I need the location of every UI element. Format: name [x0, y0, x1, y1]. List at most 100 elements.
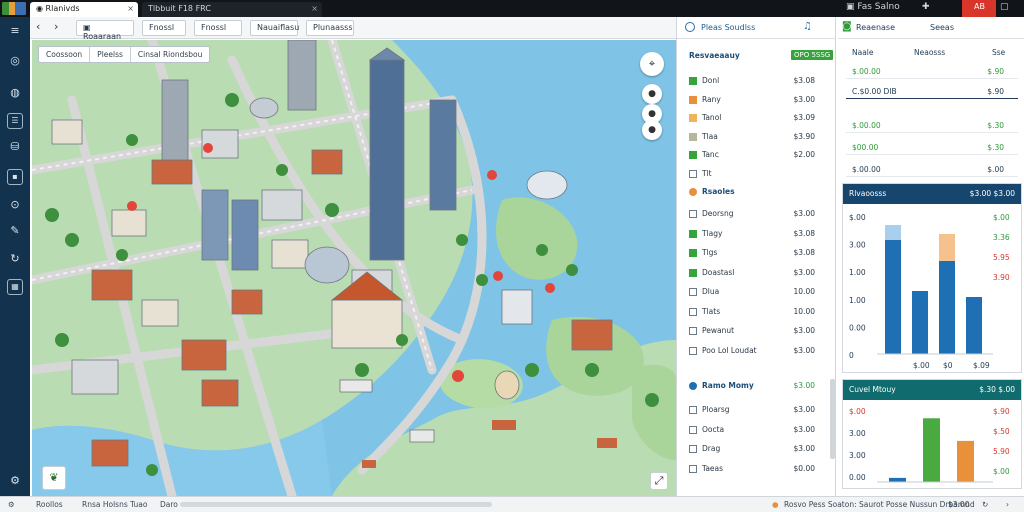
layer-checkbox[interactable]	[689, 229, 697, 238]
tab-close-icon[interactable]: ×	[127, 4, 134, 13]
y-tick-label: 3.00	[849, 241, 866, 250]
layer-value: $3.00	[793, 345, 815, 355]
layer-item[interactable]: Oocta $3.00	[689, 424, 829, 438]
window-tab-label[interactable]: ▣ Fas Salno	[846, 2, 900, 12]
layer-item[interactable]: Tlgs $3.08	[689, 247, 829, 261]
layer-item[interactable]: Donl $3.08	[689, 75, 829, 89]
tab-label: Tlbbuit F18 FRC	[148, 4, 211, 13]
browser-tab-active[interactable]: ◉ Rlanivds ×	[30, 2, 138, 17]
column-header[interactable]: Neaosss	[914, 48, 945, 57]
locate-button[interactable]: ⌖	[640, 52, 664, 76]
layer-item[interactable]: Tlagy $3.08	[689, 228, 829, 242]
column-header[interactable]: Naale	[852, 48, 874, 57]
layer-item[interactable]: Taeas $0.00	[689, 463, 829, 477]
layer-checkbox[interactable]	[689, 95, 697, 104]
layer-checkbox[interactable]	[689, 445, 697, 453]
layer-checkbox[interactable]	[689, 151, 697, 159]
globe-icon[interactable]: ◍	[7, 85, 23, 101]
forward-button[interactable]: ›	[54, 20, 58, 33]
layer-group-header[interactable]: Ramo Momy $3.00	[689, 380, 829, 394]
settings-icon[interactable]: ⚙	[7, 473, 23, 489]
layer-label: Rsaoles	[702, 187, 735, 196]
horizontal-scrollbar[interactable]	[180, 502, 492, 507]
layer-checkbox[interactable]	[689, 307, 697, 316]
layers-scrollbar[interactable]	[830, 379, 835, 459]
layer-checkbox[interactable]	[689, 288, 697, 296]
leaf-icon[interactable]: ❦	[42, 466, 66, 490]
layer-checkbox[interactable]	[689, 249, 697, 257]
layer-checkbox[interactable]	[689, 169, 697, 178]
square-icon[interactable]: ▪	[7, 169, 23, 185]
table-row[interactable]: C.$0.00 DIB $.90	[846, 85, 1018, 99]
layer-checkbox[interactable]	[689, 464, 697, 473]
layer-item[interactable]: Deorsng $3.00	[689, 208, 829, 222]
list-icon[interactable]: ☰	[7, 113, 23, 129]
layer-checkbox[interactable]	[689, 406, 697, 414]
status-gear-icon[interactable]: ⚙	[8, 500, 15, 509]
subtab-2[interactable]: Pleelss	[90, 47, 131, 62]
layer-item[interactable]: Tlt	[689, 168, 829, 182]
layer-checkbox[interactable]	[689, 114, 697, 122]
toolbar-tab-4[interactable]: Nauaiflasu	[250, 20, 299, 36]
refresh-icon[interactable]: ↻	[7, 251, 23, 267]
table-cell: $00.00	[852, 143, 879, 152]
edit-icon[interactable]: ✎	[7, 223, 23, 239]
compass-button[interactable]: ●	[642, 120, 662, 140]
toolbar-tab-3[interactable]: Fnossl	[194, 20, 242, 36]
maximize-icon[interactable]: ▢	[1000, 2, 1009, 12]
chevron-icon[interactable]: ›	[1006, 500, 1009, 509]
menu-icon[interactable]: ≡	[7, 23, 23, 39]
table-cell: $.00.00	[852, 67, 881, 76]
tab-close-icon[interactable]: ×	[311, 4, 318, 13]
layers-icon[interactable]: ✚	[922, 2, 930, 12]
zoom-in-button[interactable]: ●	[642, 84, 662, 104]
cart-icon[interactable]: ⛁	[7, 139, 23, 155]
column-header[interactable]: Sse	[992, 48, 1005, 57]
layer-checkbox[interactable]	[689, 132, 697, 141]
data-panel: ◙ Reaenase Seeas Naale Neaosss Sse $.00.…	[838, 17, 1024, 496]
layer-item[interactable]: Dlua 10.00	[689, 286, 829, 300]
layer-group-header[interactable]: Rsaoles	[689, 186, 829, 200]
layer-label: Tlaa	[702, 131, 718, 141]
layer-item[interactable]: Poo Lol Loudat $3.00	[689, 345, 829, 359]
layer-item[interactable]: Doastasl $3.00	[689, 267, 829, 281]
layer-item[interactable]: Ploarsg $3.00	[689, 404, 829, 418]
bell-icon[interactable]: ♫	[803, 21, 812, 32]
fullscreen-icon[interactable]: ⤢	[650, 472, 668, 490]
toolbar-tab-2[interactable]: Fnossl	[142, 20, 186, 36]
table-cell: $.90	[987, 67, 1004, 76]
layer-checkbox[interactable]	[689, 210, 697, 218]
grid-icon[interactable]: ▦	[7, 279, 23, 295]
layer-item[interactable]: Tlats 10.00	[689, 306, 829, 320]
table-row[interactable]: $.00.00 $.30	[846, 119, 1018, 133]
data-panel-tab[interactable]: Seeas	[930, 23, 954, 32]
layer-item[interactable]: Pewanut $3.00	[689, 325, 829, 339]
compass-icon[interactable]: ◎	[7, 53, 23, 69]
group-dot-icon[interactable]	[689, 188, 697, 196]
table-row[interactable]: $.00.00 $.90	[846, 65, 1018, 79]
layer-item[interactable]: Tanol $3.09	[689, 112, 829, 126]
layer-checkbox[interactable]	[689, 346, 697, 355]
layer-item[interactable]: Tanc $2.00	[689, 149, 829, 163]
layer-checkbox[interactable]	[689, 425, 697, 434]
target-icon[interactable]: ⊙	[7, 197, 23, 213]
data-panel-title: Reaenase	[856, 23, 896, 32]
group-dot-icon[interactable]	[689, 382, 697, 390]
table-row[interactable]: $.00.00 $.00	[846, 163, 1018, 177]
table-row[interactable]: $00.00 $.30	[846, 141, 1018, 155]
back-button[interactable]: ‹	[36, 20, 40, 33]
window-close-button[interactable]: AB	[962, 0, 996, 17]
layer-item[interactable]: Rany $3.00	[689, 94, 829, 108]
subtab-3[interactable]: Cinsal Riondsbou	[131, 47, 209, 62]
layer-checkbox[interactable]	[689, 327, 697, 335]
refresh-icon[interactable]: ↻	[982, 500, 988, 509]
layer-item[interactable]: Tlaa $3.90	[689, 131, 829, 145]
toolbar-tab-1[interactable]: ▣ Roaaraan	[76, 20, 134, 41]
city-map-view[interactable]: Coossoon Pleelss Cinsal Riondsbou ⌖ ● ● …	[32, 40, 676, 496]
layer-item[interactable]: Drag $3.00	[689, 443, 829, 457]
toolbar-tab-5[interactable]: Plunaasss	[306, 20, 354, 36]
layer-checkbox[interactable]	[689, 268, 697, 277]
layer-checkbox[interactable]	[689, 77, 697, 85]
subtab-1[interactable]: Coossoon	[39, 47, 91, 62]
browser-tab[interactable]: Tlbbuit F18 FRC ×	[142, 2, 322, 17]
